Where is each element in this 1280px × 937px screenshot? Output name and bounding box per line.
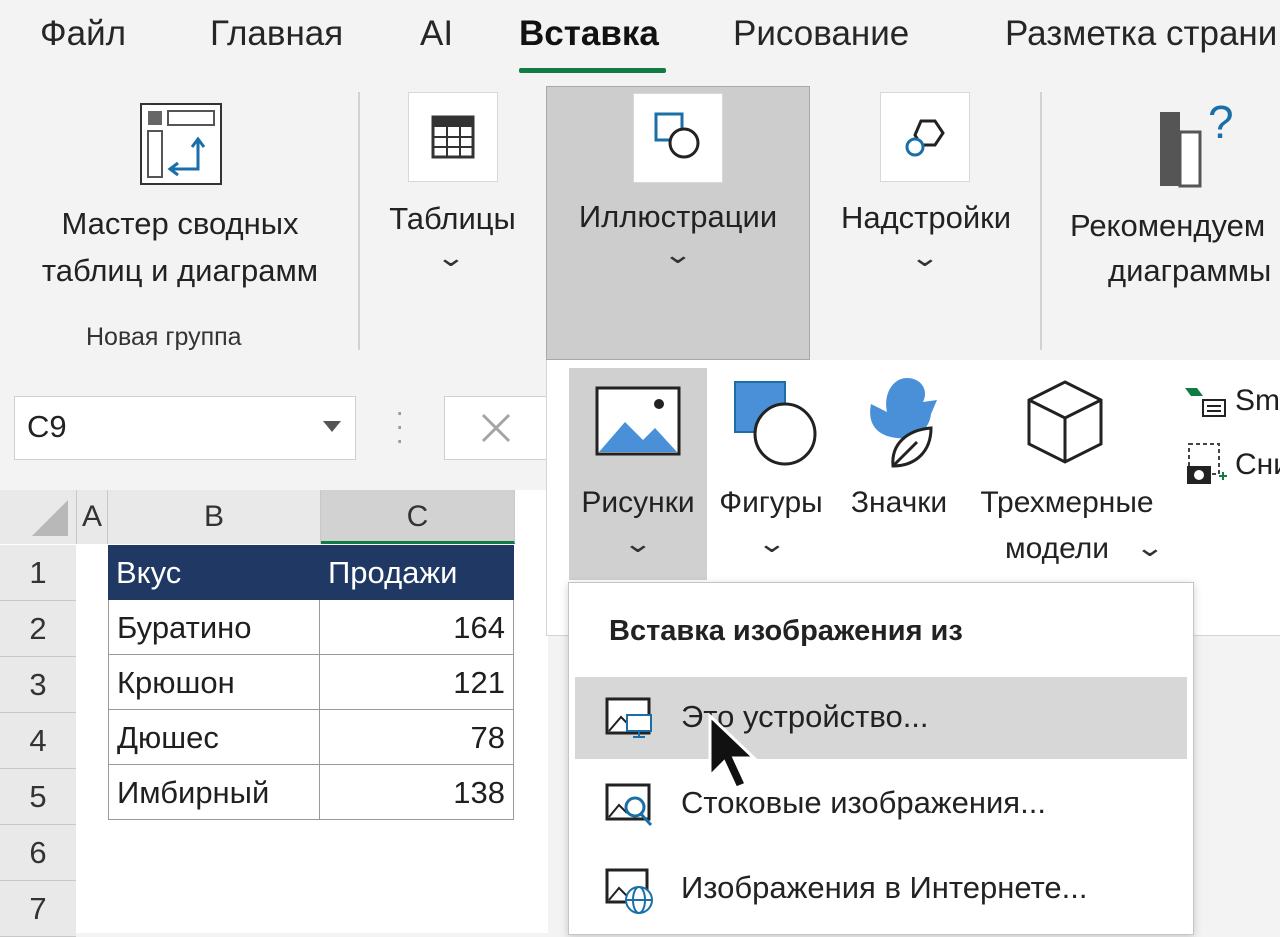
picture-icon — [595, 386, 681, 456]
pivot-wizard-label-1: Мастер сводных — [61, 206, 299, 241]
shapes-icon — [654, 112, 700, 159]
illustrations-button[interactable]: Иллюстрации ⌄ — [546, 86, 810, 360]
name-box-value: C9 — [27, 409, 67, 444]
illustrations-icon-box — [633, 93, 723, 183]
tab-home[interactable]: Главная — [210, 14, 343, 54]
illustrations-label: Иллюстрации — [578, 199, 778, 234]
name-box-dropdown-icon[interactable] — [323, 421, 341, 432]
screenshot-button[interactable]: Сни — [1179, 440, 1280, 488]
active-tab-indicator — [519, 68, 666, 73]
svg-text:?: ? — [1208, 96, 1234, 148]
chevron-down-icon: ⌄ — [909, 242, 941, 272]
new-group-label: Новая группа — [86, 323, 242, 351]
tables-button[interactable]: Таблицы ⌄ — [380, 92, 525, 292]
shapes-button[interactable]: Фигуры ⌄ — [711, 368, 831, 580]
icons-button[interactable]: Значки — [839, 368, 959, 580]
table-header-flavor[interactable]: Вкус — [108, 545, 320, 600]
cancel-entry-button[interactable] — [444, 396, 550, 460]
ribbon-tabs: Файл Главная AI Вставка Рисование Размет… — [0, 0, 1280, 80]
table-cell[interactable]: Дюшес — [108, 710, 320, 765]
menu-item-online-images[interactable]: Изображения в Интернете... — [575, 848, 1187, 930]
table-cell[interactable]: Буратино — [108, 600, 320, 655]
pivot-table-wizard-icon — [140, 103, 222, 185]
table-header-sales[interactable]: Продажи — [320, 545, 514, 600]
3d-models-label-1: Трехмерные — [980, 486, 1154, 519]
recommended-charts-icon: ? — [1160, 96, 1234, 188]
chevron-down-icon: ⌄ — [662, 239, 694, 269]
shapes-icon — [734, 381, 817, 466]
tab-insert[interactable]: Вставка — [519, 14, 659, 54]
column-header-c[interactable]: C — [321, 490, 515, 544]
chevron-down-icon: ⌄ — [622, 528, 654, 558]
row-header-3[interactable]: 3 — [0, 657, 76, 713]
tab-file[interactable]: Файл — [40, 14, 126, 54]
mouse-pointer-icon — [708, 712, 758, 790]
tab-page-layout[interactable]: Разметка страни — [1005, 14, 1277, 54]
select-all-corner[interactable] — [0, 490, 77, 544]
recommended-charts-label-1: Рекомендуем — [1070, 208, 1266, 243]
pivot-wizard-button[interactable]: Мастер сводных таблиц и диаграмм — [20, 95, 340, 325]
row-header-5[interactable]: 5 — [0, 769, 76, 825]
addins-label: Надстройки — [840, 200, 1012, 235]
screenshot-label: Сни — [1235, 448, 1280, 481]
menu-item-this-device[interactable]: Это устройство... — [575, 677, 1187, 759]
3d-models-button[interactable]: Трехмерные модели ⌄ — [967, 368, 1167, 580]
tables-label: Таблицы — [389, 201, 516, 236]
insert-picture-menu: Вставка изображения из Это устройство...… — [568, 582, 1194, 935]
group-separator — [358, 92, 360, 350]
name-box[interactable]: C9 — [14, 396, 356, 460]
icons-label: Значки — [850, 486, 948, 519]
online-images-icon — [605, 868, 653, 914]
smartart-button[interactable]: Sm — [1179, 382, 1280, 424]
3d-model-icon — [1027, 380, 1103, 464]
menu-item-label: Изображения в Интернете... — [681, 870, 1088, 905]
pictures-button[interactable]: Рисунки ⌄ — [569, 368, 707, 580]
tables-icon-box — [408, 92, 498, 182]
table-cell[interactable]: Крюшон — [108, 655, 320, 710]
row-header-4[interactable]: 4 — [0, 713, 76, 769]
recommended-charts-label-2: диаграммы — [1108, 253, 1272, 288]
table-cell[interactable]: Имбирный — [108, 765, 320, 820]
select-all-triangle-icon — [32, 500, 68, 536]
addins-button[interactable]: Надстройки ⌄ — [828, 92, 1024, 292]
screenshot-icon — [1187, 443, 1227, 484]
row-header-2[interactable]: 2 — [0, 601, 76, 657]
close-icon — [481, 413, 511, 443]
icons-icon — [870, 378, 937, 468]
row-header-1[interactable]: 1 — [0, 545, 76, 601]
chevron-down-icon: ⌄ — [756, 528, 788, 558]
smartart-icon — [1185, 388, 1226, 417]
column-header-a[interactable]: A — [77, 490, 108, 544]
recommended-charts-button[interactable]: ? Рекомендуем диаграммы — [1060, 92, 1280, 302]
chevron-down-icon: ⌄ — [435, 242, 467, 272]
table-cell[interactable]: 164 — [320, 600, 514, 655]
row-header-7[interactable]: 7 — [0, 881, 76, 937]
row-header-6[interactable]: 6 — [0, 825, 76, 881]
table-cell[interactable]: 138 — [320, 765, 514, 820]
tab-ai[interactable]: AI — [420, 14, 453, 54]
table-cell[interactable]: 78 — [320, 710, 514, 765]
shapes-label: Фигуры — [719, 486, 823, 519]
table-cell[interactable]: 121 — [320, 655, 514, 710]
formula-bar-drag-handle[interactable]: · · · — [395, 398, 404, 454]
this-device-icon — [605, 697, 652, 738]
stock-images-icon — [605, 783, 653, 827]
column-header-b[interactable]: B — [108, 490, 321, 544]
pictures-label: Рисунки — [581, 486, 695, 519]
3d-models-label-2: модели — [1004, 532, 1110, 565]
table-icon — [431, 115, 475, 159]
menu-item-stock-images[interactable]: Стоковые изображения... — [575, 763, 1187, 845]
ribbon: Мастер сводных таблиц и диаграмм Новая г… — [0, 80, 1280, 360]
addins-icon-box — [880, 92, 970, 182]
menu-title: Вставка изображения из — [609, 615, 963, 647]
chevron-down-icon: ⌄ — [1134, 532, 1166, 562]
smartart-label: Sm — [1235, 384, 1280, 417]
pivot-wizard-label-2: таблиц и диаграмм — [41, 253, 319, 288]
group-separator — [1040, 92, 1042, 350]
tab-draw[interactable]: Рисование — [733, 14, 909, 54]
addins-icon — [905, 119, 945, 157]
